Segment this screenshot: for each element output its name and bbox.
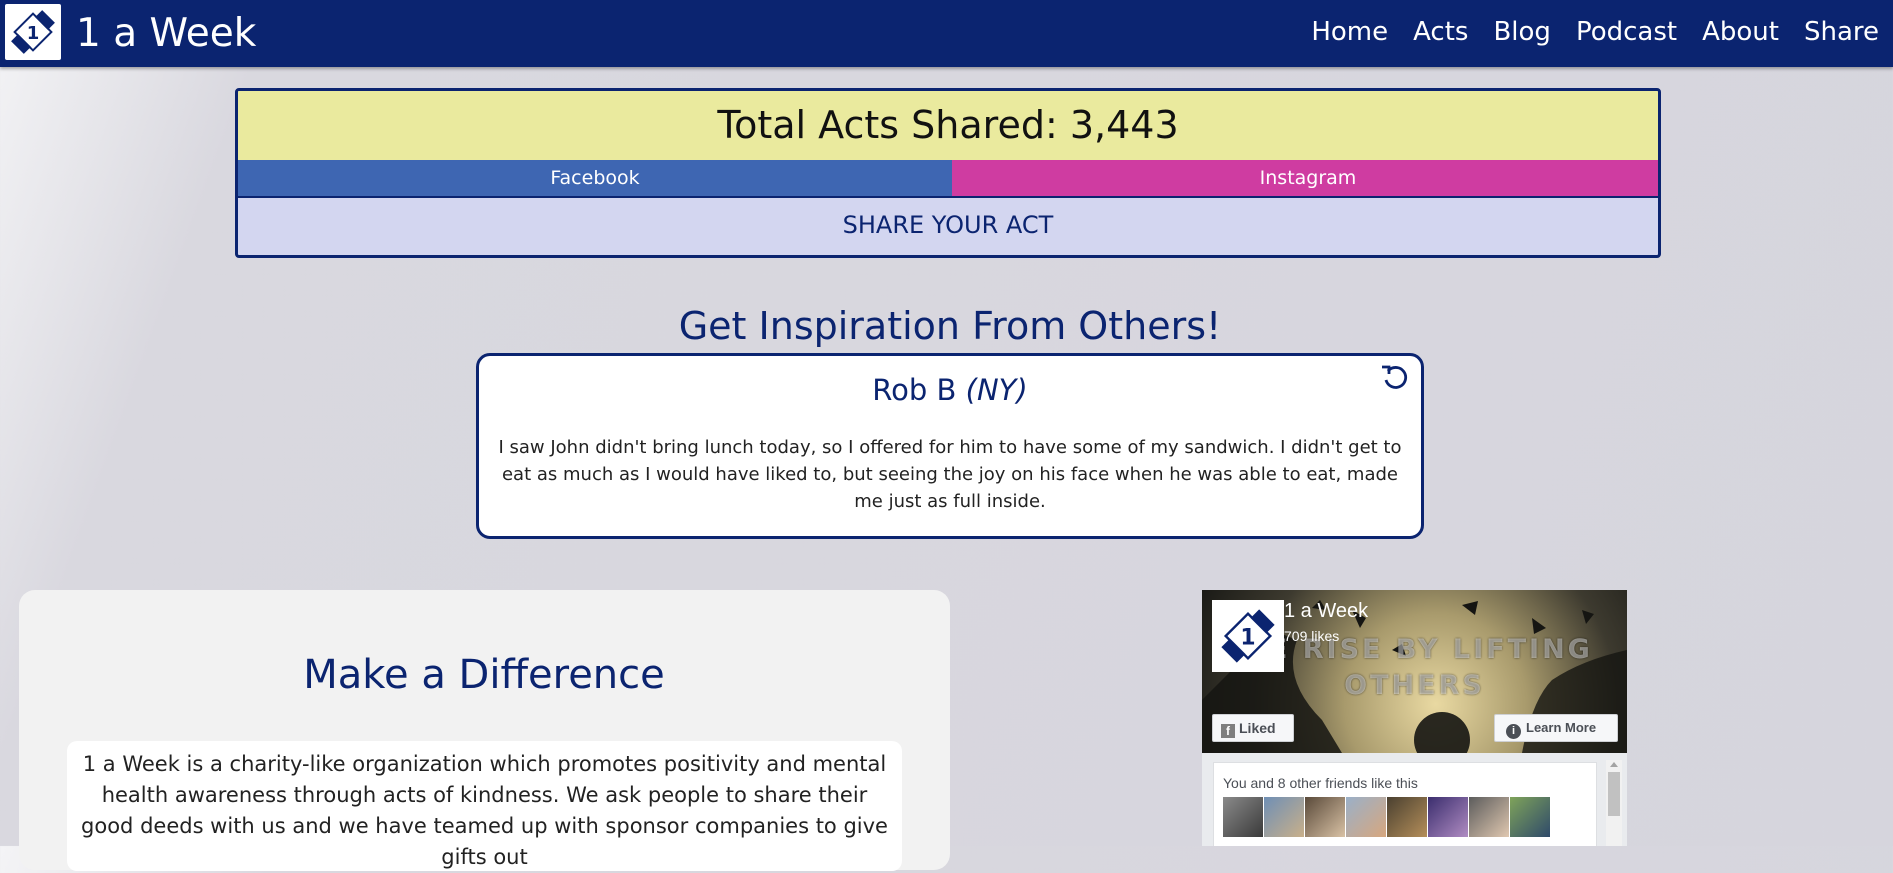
facebook-page-name[interactable]: 1 a Week (1284, 598, 1368, 624)
total-acts-counter: Total Acts Shared: 3,443 (238, 91, 1658, 160)
nav-link-acts[interactable]: Acts (1413, 16, 1468, 48)
friend-avatar[interactable] (1387, 797, 1427, 837)
brand-logo-icon[interactable]: 1 (5, 4, 61, 60)
act-card: Rob B (NY) I saw John didn't bring lunch… (476, 353, 1424, 539)
facebook-friends-text: You and 8 other friends like this (1223, 775, 1418, 791)
facebook-learn-more-button[interactable]: i Learn More (1494, 714, 1618, 742)
mission-text: 1 a Week is a charity-like organization … (81, 752, 888, 869)
facebook-f-icon: f (1221, 724, 1235, 738)
svg-text:1: 1 (27, 23, 40, 44)
facebook-cover-image[interactable]: WE RISE BY LIFTING OTHERS 1 1 a Week 709… (1202, 590, 1627, 753)
facebook-page-likes: 709 likes (1284, 628, 1340, 644)
facebook-friend-faces (1223, 797, 1550, 837)
mission-textbox: 1 a Week is a charity-like organization … (67, 741, 902, 871)
friend-avatar[interactable] (1510, 797, 1550, 837)
navbar: 1 1 a Week Home Acts Blog Podcast About … (0, 0, 1893, 67)
facebook-learn-more-label: Learn More (1526, 720, 1597, 735)
nav-link-about[interactable]: About (1702, 16, 1779, 48)
scroll-thumb[interactable] (1608, 772, 1620, 816)
friend-avatar[interactable] (1469, 797, 1509, 837)
friend-avatar[interactable] (1264, 797, 1304, 837)
info-icon: i (1506, 724, 1521, 739)
facebook-widget-scrollbar[interactable] (1606, 760, 1622, 846)
facebook-friends-box: You and 8 other friends like this (1213, 762, 1597, 846)
nav-link-podcast[interactable]: Podcast (1576, 16, 1677, 48)
instagram-button[interactable]: Instagram (952, 160, 1658, 196)
act-author-name: Rob B (872, 373, 957, 407)
facebook-page-widget: WE RISE BY LIFTING OTHERS 1 1 a Week 709… (1202, 590, 1627, 846)
nav-link-home[interactable]: Home (1311, 16, 1388, 48)
svg-text:1: 1 (1240, 626, 1255, 651)
facebook-liked-label: Liked (1239, 720, 1276, 736)
friend-avatar[interactable] (1223, 797, 1263, 837)
facebook-liked-button[interactable]: f Liked (1212, 714, 1294, 742)
act-author-location: (NY) (965, 373, 1028, 407)
acts-counter-box: Total Acts Shared: 3,443 Facebook Instag… (235, 88, 1661, 258)
act-author: Rob B (NY) (479, 372, 1421, 408)
nav-links: Home Acts Blog Podcast About Share (1311, 16, 1879, 48)
act-text: I saw John didn't bring lunch today, so … (498, 437, 1402, 512)
brand-title[interactable]: 1 a Week (76, 12, 256, 56)
scroll-up-arrow-icon[interactable] (1610, 762, 1618, 767)
nav-link-share[interactable]: Share (1804, 16, 1879, 48)
facebook-button[interactable]: Facebook (238, 160, 952, 196)
friend-avatar[interactable] (1305, 797, 1345, 837)
facebook-page-avatar-icon[interactable]: 1 (1212, 600, 1284, 672)
friend-avatar[interactable] (1428, 797, 1468, 837)
inspiration-heading: Get Inspiration From Others! (678, 304, 1222, 348)
friend-avatar[interactable] (1346, 797, 1386, 837)
nav-link-blog[interactable]: Blog (1493, 16, 1550, 48)
share-your-act-button[interactable]: SHARE YOUR ACT (238, 196, 1658, 255)
mission-heading: Make a Difference (303, 652, 665, 698)
